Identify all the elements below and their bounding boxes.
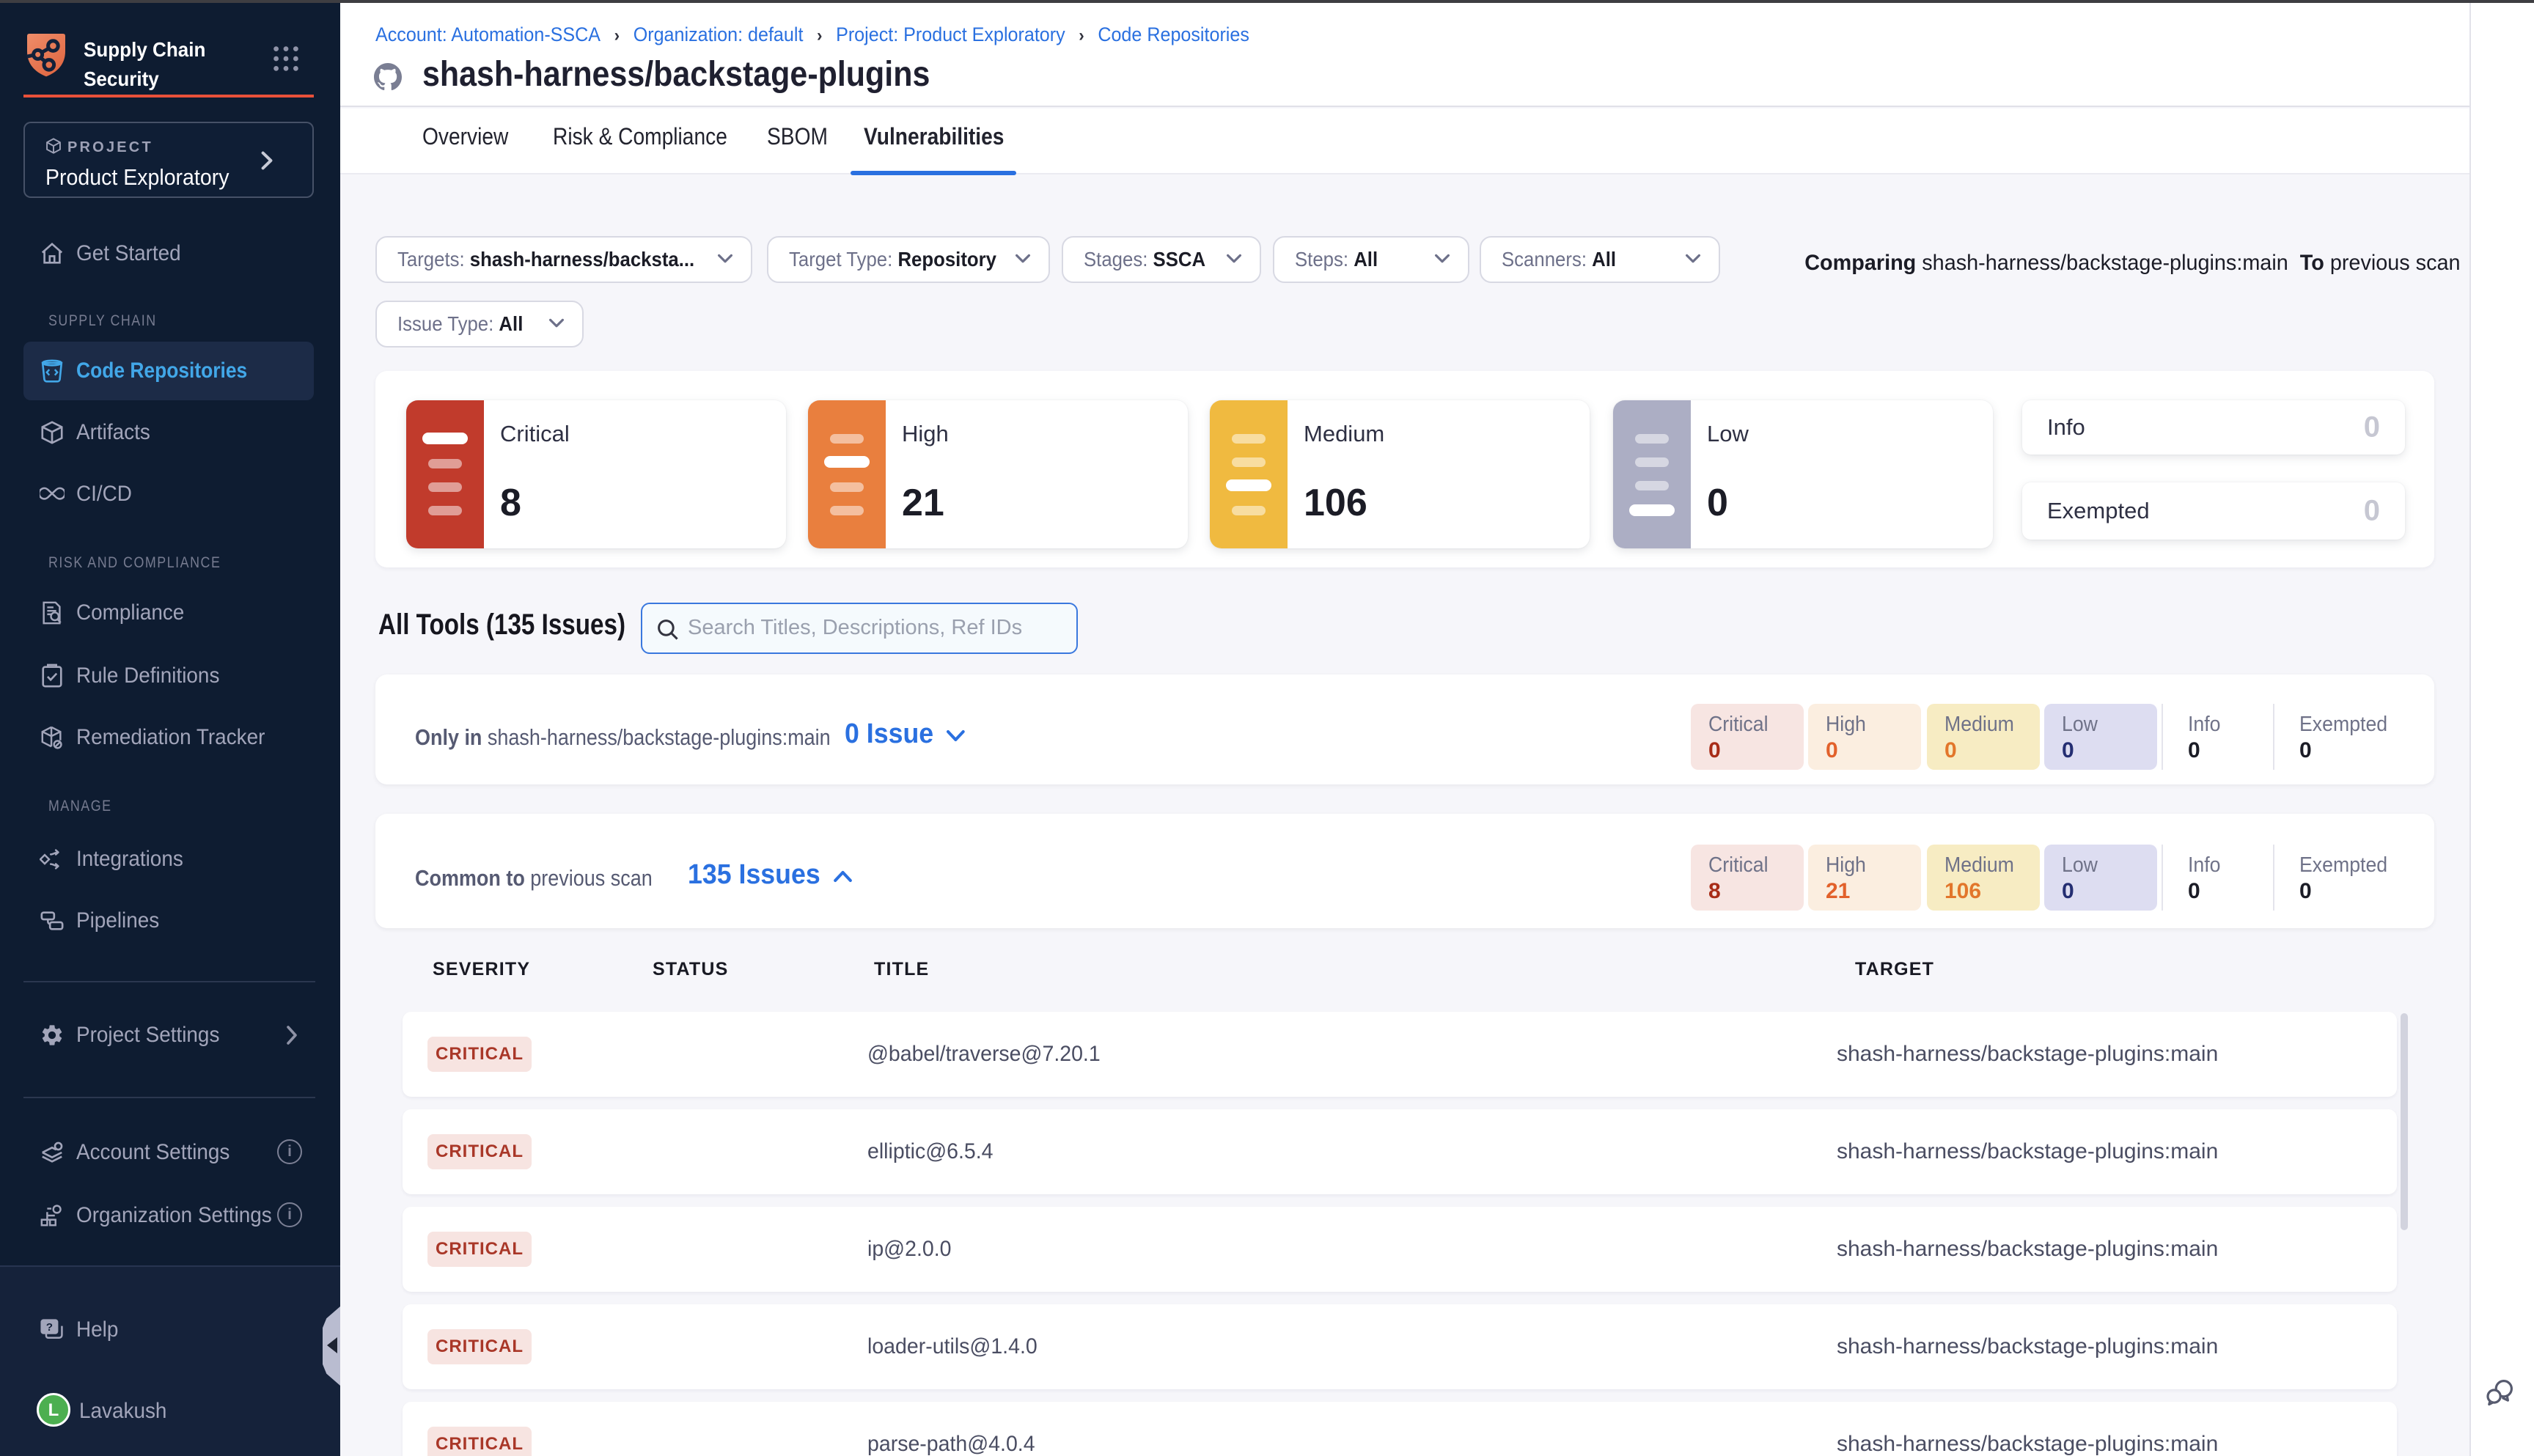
svg-text:?: ? xyxy=(46,1321,53,1334)
